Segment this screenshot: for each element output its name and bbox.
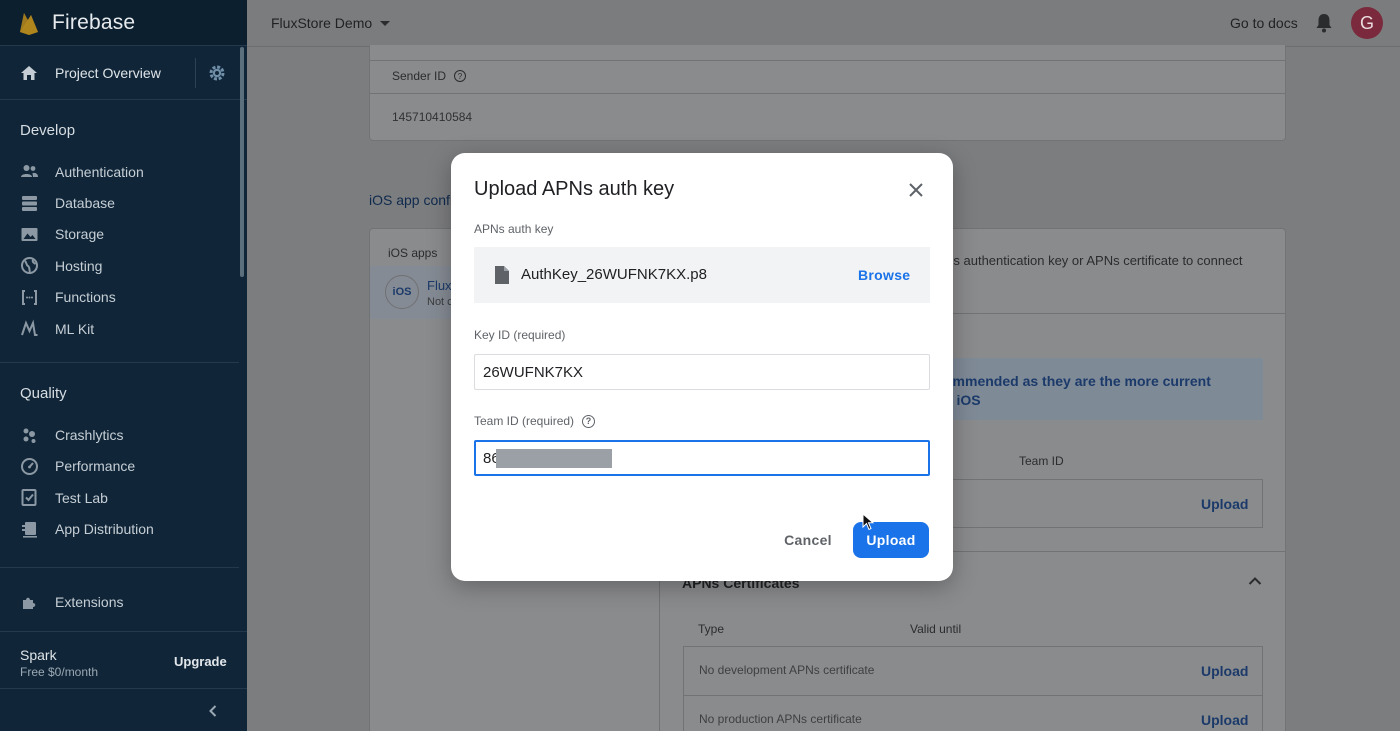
sidebar-item-functions[interactable]: Functions [0, 282, 247, 313]
team-id-label: Team ID (required) ? [474, 414, 596, 428]
browse-button[interactable]: Browse [858, 267, 910, 283]
dialog-title: Upload APNs auth key [474, 178, 675, 200]
firebase-logo-icon [20, 12, 38, 35]
caret-down-icon [380, 20, 391, 26]
top-bar: FluxStore Demo Go to docs G [247, 0, 1400, 47]
plan-price: Free $0/month [20, 665, 99, 679]
sidebar-item-label: Authentication [55, 163, 144, 180]
info-banner-line: o iOS [944, 392, 981, 408]
dev-certificate-status: No development APNs certificate [699, 663, 875, 677]
selected-file-name: AuthKey_26WUFNK7KX.p8 [521, 266, 707, 283]
database-icon [22, 195, 37, 211]
ios-app-badge: iOS [385, 275, 419, 309]
sidebar-item-label: Performance [55, 458, 136, 475]
key-id-field[interactable] [474, 354, 930, 390]
sidebar-scrollbar[interactable] [240, 47, 244, 277]
plan-panel: Spark Free $0/month Upgrade [0, 631, 247, 689]
sidebar-item-project-overview[interactable]: Project Overview [55, 65, 161, 81]
go-to-docs-link[interactable]: Go to docs [1230, 15, 1298, 31]
overview-divider [195, 58, 196, 88]
sidebar-item-hosting[interactable]: Hosting [0, 250, 247, 281]
image-icon [21, 227, 38, 241]
firebase-brand[interactable]: Firebase [0, 0, 247, 46]
upload-auth-key-link[interactable]: Upload [1201, 496, 1248, 512]
sidebar-item-extensions[interactable]: Extensions [0, 586, 247, 617]
ios-apps-label: iOS apps [388, 246, 438, 260]
valid-until-column-header: Valid until [910, 622, 962, 636]
gear-icon[interactable] [207, 63, 227, 83]
sender-id-value: 145710410584 [392, 110, 473, 124]
sidebar-item-label: Test Lab [55, 489, 108, 506]
sidebar-section-develop: Develop [20, 122, 76, 139]
project-name: FluxStore Demo [271, 15, 373, 31]
sidebar-item-database[interactable]: Database [0, 187, 247, 218]
team-id-column-header: Team ID [1019, 454, 1064, 468]
globe-icon [21, 257, 38, 275]
sidebar-item-label: Crashlytics [55, 427, 124, 444]
redaction-block [496, 449, 612, 468]
sidebar-item-label: Database [55, 195, 115, 212]
sender-id-label: Sender ID ? [392, 69, 467, 83]
sidebar-item-label: Hosting [55, 257, 103, 274]
brand-name: Firebase [52, 10, 136, 34]
ios-app-status: Not c [427, 296, 453, 308]
plan-name: Spark [20, 647, 57, 663]
close-icon[interactable] [907, 181, 925, 199]
sidebar: Firebase Project Overview Develop Authen… [0, 0, 247, 731]
home-icon [21, 65, 37, 80]
key-id-label: Key ID (required) [474, 328, 566, 342]
sidebar-item-app-distribution[interactable]: App Distribution [0, 514, 247, 545]
upload-apns-dialog: Upload APNs auth key APNs auth key AuthK… [451, 153, 953, 581]
info-banner-line: ommended as they are the more current [944, 373, 1211, 389]
sidebar-item-label: Extensions [55, 593, 124, 610]
speedometer-icon [21, 457, 38, 475]
info-banner-text: ommended as they are the more current o … [944, 372, 1211, 410]
sidebar-item-label: App Distribution [55, 521, 154, 538]
upload-prod-certificate-link[interactable]: Upload [1201, 712, 1248, 728]
sidebar-item-performance[interactable]: Performance [0, 451, 247, 482]
mouse-cursor-icon [862, 513, 874, 531]
row-divider [370, 93, 1285, 94]
file-icon [495, 266, 509, 284]
sidebar-divider [0, 566, 239, 568]
sidebar-item-authentication[interactable]: Authentication [0, 156, 247, 187]
sidebar-item-ml-kit[interactable]: ML Kit [0, 313, 247, 344]
checklist-icon [21, 489, 37, 507]
type-column-header: Type [698, 622, 725, 636]
sidebar-item-crashlytics[interactable]: Crashlytics [0, 419, 247, 450]
ml-kit-icon [21, 319, 38, 337]
sidebar-item-label: Functions [55, 289, 116, 306]
file-picker: AuthKey_26WUFNK7KX.p8 Browse [474, 247, 930, 303]
upload-dev-certificate-link[interactable]: Upload [1201, 663, 1248, 679]
avatar[interactable]: G [1351, 7, 1383, 39]
row-divider [683, 695, 1263, 696]
help-icon[interactable]: ? [582, 414, 596, 428]
distribution-icon [22, 521, 37, 538]
apns-intro-text: Ns authentication key or APNs certificat… [944, 253, 1243, 268]
prod-certificate-status: No production APNs certificate [699, 712, 862, 726]
row-divider [370, 60, 1285, 61]
sender-id-label-text: Sender ID [392, 69, 447, 83]
ios-config-title: iOS app confi [369, 192, 454, 208]
sidebar-section-quality: Quality [20, 385, 67, 403]
chevron-up-icon[interactable] [1248, 576, 1262, 586]
team-id-label-text: Team ID (required) [474, 414, 575, 428]
chevron-left-icon[interactable] [205, 703, 221, 719]
upgrade-button[interactable]: Upgrade [174, 654, 227, 669]
help-icon: ? [454, 70, 467, 82]
bell-icon[interactable] [1314, 12, 1334, 34]
crashlytics-icon [23, 428, 36, 443]
extensions-icon [23, 597, 36, 610]
people-icon [21, 165, 38, 178]
project-overview-row: Project Overview [0, 46, 247, 100]
ios-app-name: Flux [427, 278, 452, 293]
sidebar-item-label: ML Kit [55, 320, 95, 337]
sidebar-item-label: Storage [55, 226, 105, 243]
cancel-button[interactable]: Cancel [775, 522, 841, 558]
project-selector[interactable]: FluxStore Demo [271, 15, 391, 31]
sidebar-item-storage[interactable]: Storage [0, 219, 247, 250]
auth-key-label: APNs auth key [474, 222, 554, 236]
functions-icon [22, 289, 37, 305]
sidebar-item-test-lab[interactable]: Test Lab [0, 482, 247, 513]
